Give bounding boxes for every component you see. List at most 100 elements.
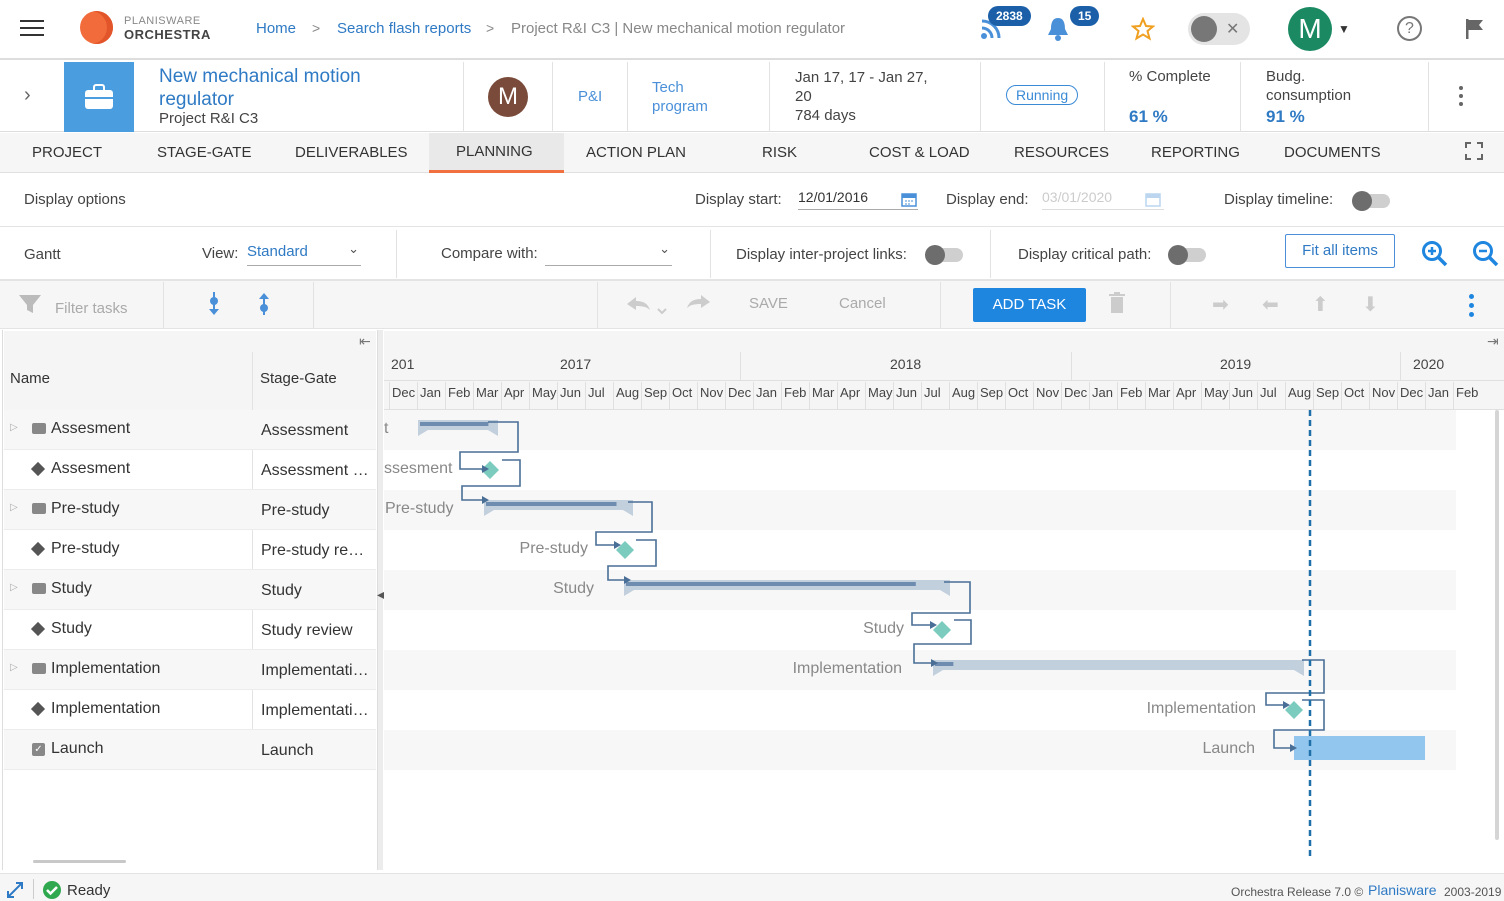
- task-stage-gate[interactable]: Pre-study review: [261, 542, 369, 560]
- vertical-scrollbar[interactable]: [1495, 410, 1499, 840]
- display-timeline-toggle[interactable]: [1352, 191, 1390, 211]
- progress-bar[interactable]: [486, 502, 617, 506]
- task-name[interactable]: Assesment: [51, 460, 130, 478]
- move-up-icon[interactable]: ⬆: [1312, 292, 1329, 317]
- table-row[interactable]: Study Study review: [4, 610, 376, 650]
- task-name[interactable]: Study: [51, 620, 92, 638]
- tab-deliverables[interactable]: DELIVERABLES: [295, 144, 408, 161]
- display-start-input[interactable]: 12/01/2016: [798, 189, 918, 210]
- table-row[interactable]: ▷ Implementation Implementation: [4, 650, 376, 690]
- task-name[interactable]: Implementation: [51, 660, 160, 678]
- task-name[interactable]: Pre-study: [51, 500, 119, 518]
- fullscreen-icon[interactable]: [1465, 142, 1483, 160]
- phase-bar[interactable]: [933, 660, 1304, 670]
- inter-project-links-toggle[interactable]: [925, 245, 963, 265]
- task-stage-gate[interactable]: Study review: [261, 622, 369, 640]
- task-stage-gate[interactable]: Implementation: [261, 662, 369, 680]
- task-stage-gate[interactable]: Assessment review: [261, 462, 369, 480]
- tab-risk[interactable]: RISK: [762, 144, 797, 161]
- vendor-link[interactable]: Planisware: [1368, 882, 1436, 898]
- gantt-row-band[interactable]: [384, 410, 1456, 450]
- milestone-diamond[interactable]: [933, 621, 951, 639]
- table-row[interactable]: ▷ Pre-study Pre-study: [4, 490, 376, 530]
- table-row[interactable]: Assesment Assessment review: [4, 450, 376, 490]
- critical-path-toggle[interactable]: [1168, 245, 1206, 265]
- project-program[interactable]: Tech program: [652, 78, 732, 116]
- task-name[interactable]: Assesment: [51, 420, 130, 438]
- filter-tasks-input[interactable]: Filter tasks: [55, 300, 128, 317]
- expand-row-icon[interactable]: ▷: [10, 502, 18, 513]
- table-row[interactable]: ✓ Launch Launch: [4, 730, 376, 770]
- more-vertical-icon[interactable]: [1469, 294, 1474, 317]
- orchestra-logo[interactable]: [80, 11, 113, 44]
- task-stage-gate[interactable]: Assessment: [261, 422, 369, 440]
- collapse-level-icon[interactable]: [256, 291, 272, 317]
- redo-icon[interactable]: [686, 294, 712, 314]
- bell-icon[interactable]: [1046, 16, 1070, 42]
- tab-cost-load[interactable]: COST & LOAD: [869, 144, 970, 161]
- horizontal-scrollbar[interactable]: [33, 860, 126, 863]
- expand-row-icon[interactable]: ▷: [10, 582, 18, 593]
- help-icon[interactable]: ?: [1397, 16, 1422, 41]
- tab-planning[interactable]: PLANNING: [456, 143, 533, 160]
- column-header-stage-gate[interactable]: Stage-Gate: [260, 370, 337, 387]
- table-row[interactable]: ▷ Assesment Assessment: [4, 410, 376, 450]
- chevron-right-icon[interactable]: ›: [24, 84, 31, 107]
- task-stage-gate[interactable]: Pre-study: [261, 502, 369, 520]
- task-stage-gate[interactable]: Launch: [261, 742, 369, 760]
- more-vertical-icon[interactable]: [1459, 86, 1463, 106]
- save-button[interactable]: SAVE: [749, 295, 788, 312]
- tab-documents[interactable]: DOCUMENTS: [1284, 144, 1381, 161]
- task-name[interactable]: Study: [51, 580, 92, 598]
- flag-icon[interactable]: [1465, 18, 1485, 40]
- expand-arrows-icon[interactable]: [6, 881, 24, 899]
- user-avatar[interactable]: M: [1288, 7, 1332, 51]
- project-category[interactable]: P&I: [578, 88, 602, 105]
- tab-project[interactable]: PROJECT: [32, 144, 102, 161]
- task-name[interactable]: Pre-study: [51, 540, 119, 558]
- breadcrumb-home[interactable]: Home: [256, 20, 296, 37]
- edit-mode-toggle[interactable]: ✕: [1188, 13, 1250, 45]
- task-name[interactable]: Implementation: [51, 700, 160, 718]
- expand-level-icon[interactable]: [206, 291, 222, 317]
- collapse-panel-icon[interactable]: ⇤: [359, 333, 371, 350]
- indent-icon[interactable]: ➡: [1212, 292, 1229, 317]
- expand-panel-icon[interactable]: ⇥: [1487, 333, 1499, 350]
- undo-icon[interactable]: [625, 294, 671, 316]
- breadcrumb-search-flash[interactable]: Search flash reports: [337, 20, 471, 37]
- tab-resources[interactable]: RESOURCES: [1014, 144, 1109, 161]
- tab-stage-gate[interactable]: STAGE-GATE: [157, 144, 251, 161]
- calendar-icon[interactable]: [901, 191, 917, 207]
- task-stage-gate[interactable]: Study: [261, 582, 369, 600]
- zoom-in-icon[interactable]: [1421, 240, 1449, 268]
- menu-icon[interactable]: [20, 20, 44, 38]
- view-select[interactable]: Standard ⌄: [247, 241, 361, 266]
- table-row[interactable]: Pre-study Pre-study review: [4, 530, 376, 570]
- expand-row-icon[interactable]: ▷: [10, 422, 18, 433]
- task-stage-gate[interactable]: Implementation review: [261, 702, 369, 720]
- compare-with-select[interactable]: ⌄: [545, 241, 672, 266]
- cancel-button[interactable]: Cancel: [839, 295, 886, 312]
- expand-row-icon[interactable]: ▷: [10, 662, 18, 673]
- table-row[interactable]: Implementation Implementation review: [4, 690, 376, 730]
- task-name[interactable]: Launch: [51, 740, 104, 758]
- progress-bar[interactable]: [935, 662, 954, 666]
- calendar-icon[interactable]: [1145, 191, 1161, 207]
- tab-reporting[interactable]: REPORTING: [1151, 144, 1240, 161]
- column-header-name[interactable]: Name: [10, 370, 50, 387]
- delete-icon[interactable]: [1108, 292, 1126, 314]
- chevron-down-icon[interactable]: ▼: [1338, 22, 1350, 36]
- progress-bar[interactable]: [626, 582, 916, 586]
- star-icon[interactable]: [1131, 17, 1155, 41]
- table-row[interactable]: ▷ Study Study: [4, 570, 376, 610]
- outdent-icon[interactable]: ⬅: [1262, 292, 1279, 317]
- progress-bar[interactable]: [420, 422, 489, 426]
- filter-icon[interactable]: [18, 293, 44, 315]
- tab-action-plan[interactable]: ACTION PLAN: [586, 144, 686, 161]
- owner-avatar[interactable]: M: [488, 77, 528, 117]
- fit-all-items-button[interactable]: Fit all items: [1285, 234, 1395, 268]
- zoom-out-icon[interactable]: [1472, 240, 1500, 268]
- add-task-button[interactable]: ADD TASK: [973, 288, 1086, 322]
- task-bar[interactable]: [1294, 736, 1425, 760]
- move-down-icon[interactable]: ⬇: [1362, 292, 1379, 317]
